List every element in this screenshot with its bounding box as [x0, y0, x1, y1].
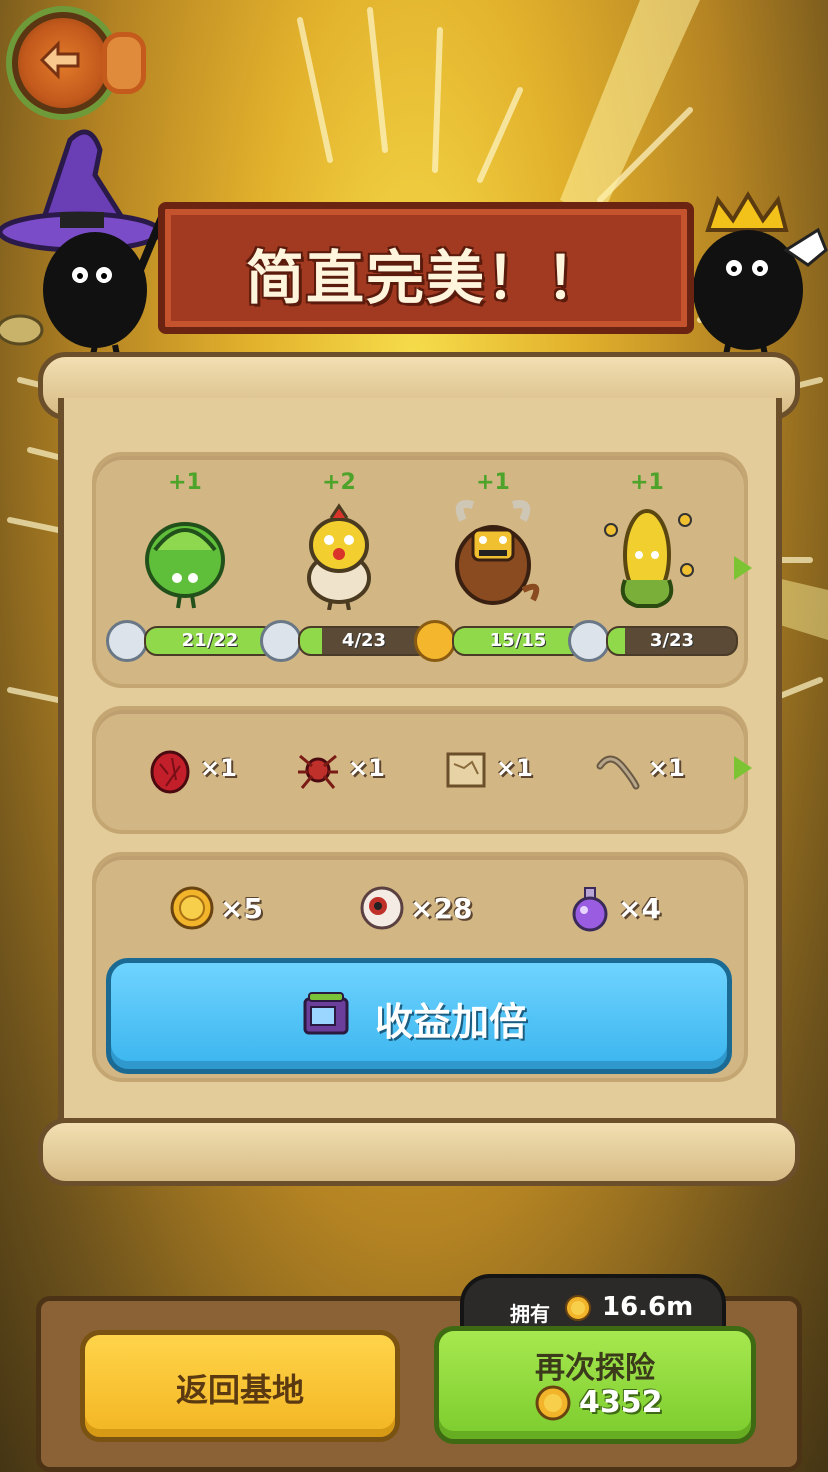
back-button-handle	[102, 32, 146, 94]
chick-egg-monster-icon	[307, 503, 371, 610]
monster-gain: +2	[322, 470, 356, 495]
silver-skull-badge	[260, 620, 302, 662]
monster-card[interactable]: +1 15/15	[414, 470, 584, 666]
monster-progress-bar: 4/23	[298, 626, 430, 656]
silver-skull-badge	[106, 620, 148, 662]
explore-cost: 4352	[579, 1385, 663, 1420]
double-rewards-label: 收益加倍	[375, 1000, 528, 1044]
monster-progress: 21/22	[181, 630, 239, 651]
gold-skull-badge	[414, 620, 456, 662]
explore-again-label: 再次探险	[535, 1351, 655, 1386]
item-qty: ×1	[496, 754, 533, 782]
monster-gain: +1	[168, 470, 202, 495]
return-base-button[interactable]: 返回基地	[80, 1330, 400, 1442]
gold-coin-icon	[170, 886, 214, 930]
item-qty: ×1	[648, 754, 685, 782]
result-banner: 简直完美！！	[158, 202, 694, 334]
monster-gain: +1	[630, 470, 664, 495]
witch-creature	[0, 129, 169, 370]
next-page-arrow-icon[interactable]	[734, 756, 752, 780]
item-qty: ×1	[348, 754, 385, 782]
gold-coin-icon	[535, 1385, 571, 1421]
resource-qty: ×5	[220, 892, 263, 925]
tv-ad-icon	[303, 992, 349, 1035]
monster-card[interactable]: +2 4/23	[260, 470, 430, 666]
arrow-left-icon	[39, 40, 80, 80]
monster-card[interactable]: +1 3/23	[568, 470, 738, 666]
owned-label: 拥有	[510, 1302, 550, 1326]
monster-progress-bar: 21/22	[144, 626, 276, 656]
back-button[interactable]	[12, 12, 114, 114]
resource-qty: ×28	[410, 892, 473, 925]
yak-monster-icon	[455, 500, 540, 605]
next-page-arrow-icon[interactable]	[734, 556, 752, 580]
spider-icon	[298, 754, 338, 789]
gold-coin-icon	[565, 1295, 591, 1321]
banner-title: 简直完美！！	[245, 244, 606, 312]
monster-progress-bar: 3/23	[606, 626, 738, 656]
corn-monster-icon	[604, 509, 694, 608]
resource-qty: ×4	[618, 892, 661, 925]
double-rewards-button[interactable]: 收益加倍	[106, 958, 732, 1074]
monster-gain: +1	[476, 470, 510, 495]
red-egg-icon	[150, 750, 190, 794]
monster-progress: 3/23	[649, 630, 695, 651]
item-qty: ×1	[200, 754, 237, 782]
scroll-bottom-rod	[38, 1118, 800, 1186]
monster-progress: 4/23	[341, 630, 387, 651]
lettuce-monster-icon	[145, 522, 225, 609]
purple-potion-icon	[572, 887, 608, 932]
monster-card[interactable]: +1 21/22	[106, 470, 276, 666]
worm-icon	[596, 755, 640, 790]
explore-again-button[interactable]: 再次探险 4352	[434, 1326, 756, 1444]
owned-value: 16.6m	[602, 1292, 694, 1322]
silver-skull-badge	[568, 620, 610, 662]
monster-progress-bar: 15/15	[452, 626, 584, 656]
eyeball-icon	[360, 886, 404, 930]
map-scroll-icon	[446, 752, 486, 788]
return-base-label: 返回基地	[175, 1371, 304, 1409]
monster-progress: 15/15	[489, 630, 547, 651]
